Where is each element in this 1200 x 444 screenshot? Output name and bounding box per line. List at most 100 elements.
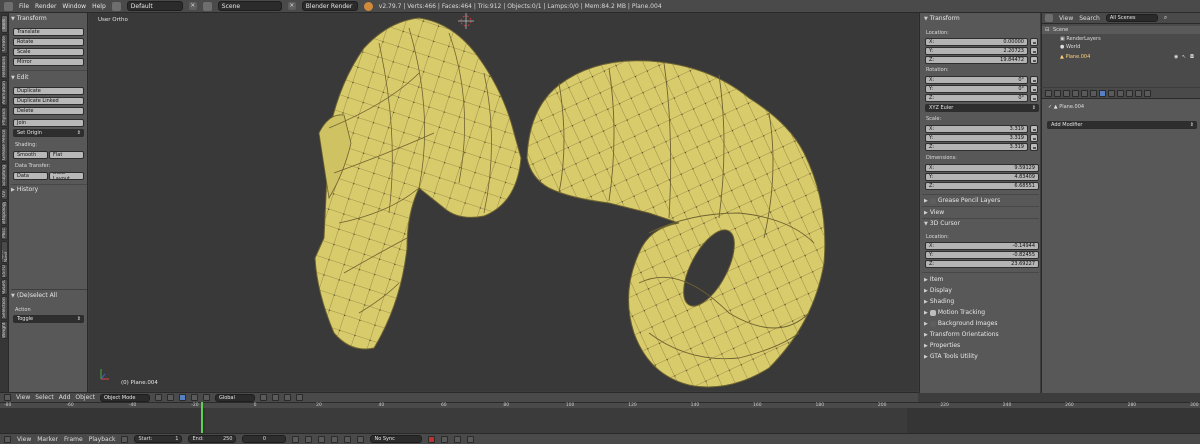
orientation-select[interactable]: Global [214,393,255,402]
dimensions-x-field[interactable]: X: 9.59129 [925,164,1039,172]
menu-render[interactable]: Render [35,3,56,10]
background-images-header[interactable]: ▶ Background Images [924,319,1039,328]
tab-animation[interactable]: Animation [1,80,8,106]
scale-button[interactable]: Scale [13,48,84,56]
lock-icon[interactable] [1030,85,1038,93]
timeline-playback-menu[interactable]: Playback [89,436,116,443]
dimensions-z-field[interactable]: Z: 6.68551 [925,182,1039,190]
translate-button[interactable]: Translate [13,28,84,36]
expand-icon[interactable]: ⊟ [1045,27,1049,33]
start-frame-field[interactable]: Start: 1 [134,435,183,443]
checkbox[interactable] [929,197,936,204]
menu-window[interactable]: Window [62,3,86,10]
scale-z-field[interactable]: Z: 3.319 [925,143,1028,151]
add-modifier-menu[interactable]: Add Modifier ⇕ [1047,121,1197,129]
n-transform-header[interactable]: ▼ Transform [924,14,1039,23]
scene-icon[interactable] [202,1,212,11]
rotation-z-field[interactable]: Z: 0° [925,94,1028,102]
dimensions-y-field[interactable]: Y: 4.83409 [925,173,1039,181]
viewport-shading-icon[interactable] [154,394,162,401]
lock-icon[interactable] [1030,143,1038,151]
tab-misc[interactable]: Misc [1,226,8,240]
timeline-area[interactable] [0,402,1200,433]
3d-cursor-header[interactable]: ▼ 3D Cursor [924,219,1039,228]
tab-physics[interactable]: Physics [1,107,8,127]
3d-viewport[interactable]: User Ortho (0) Plane.004 [89,13,918,391]
rotate-manipulator-icon[interactable] [202,394,210,401]
display-panel-header[interactable]: ▶ Display [924,286,1039,295]
current-frame-marker[interactable] [201,402,203,433]
close-layout-icon[interactable]: × [188,2,197,10]
delete-keyframe-icon[interactable] [467,435,475,443]
object-tab-icon[interactable] [1081,89,1088,97]
layers-icon[interactable] [271,394,279,401]
data-transfer-button[interactable]: Data [13,172,48,180]
material-tab-icon[interactable] [1117,89,1124,97]
next-keyframe-icon[interactable] [344,435,352,443]
constraints-tab-icon[interactable] [1090,89,1097,97]
search-icon[interactable]: ⌕ [1164,14,1167,22]
render-tab-icon[interactable] [1045,89,1052,97]
scene-item[interactable]: Scene [1053,27,1068,33]
scene-tab-icon[interactable] [1063,89,1070,97]
outliner-view-menu[interactable]: View [1059,15,1073,22]
camera-render-icon[interactable]: ◘ [1190,54,1194,60]
tab-selection[interactable]: Selection [1,296,8,320]
render-preview-icon[interactable] [295,394,303,401]
mirror-button[interactable]: Mirror [13,58,84,66]
eye-icon[interactable]: ◉ [1174,54,1178,60]
mode-select[interactable]: Object Mode [99,393,150,402]
lock-icon[interactable] [1030,47,1038,55]
delete-button[interactable]: Delete [13,107,84,115]
layout-select[interactable]: Default [126,1,183,11]
editor-type-icon[interactable] [4,1,13,11]
grease-pencil-header[interactable]: ▶ Grease Pencil Layers [924,196,1039,205]
duplicate-linked-button[interactable]: Duplicate Linked [13,97,84,105]
cursor-x-field[interactable]: X: -0.14944 [925,242,1039,250]
tab-retopology[interactable]: Retopology [1,201,8,225]
plane-row[interactable]: ▲ Plane.004 [1060,54,1090,60]
translate-manipulator-icon[interactable] [190,394,198,401]
menu-file[interactable]: File [19,3,29,10]
set-origin-menu[interactable]: Set Origin ⇕ [13,129,84,137]
lock-icon[interactable] [1030,38,1038,46]
flat-button[interactable]: Flat [49,151,84,159]
scale-x-field[interactable]: X: 3.319 [925,125,1028,133]
render-layers-row[interactable]: ▣ RenderLayers [1060,36,1101,42]
lock-icon[interactable] [1030,94,1038,102]
lock-icon[interactable] [1030,125,1038,133]
current-frame-field[interactable]: 0 [242,435,287,443]
tab-weight[interactable]: Weight [1,321,8,339]
add-menu[interactable]: Add [59,394,71,401]
close-scene-icon[interactable]: × [287,2,296,10]
particles-tab-icon[interactable] [1135,89,1142,97]
preview-range-icon[interactable] [121,435,129,443]
data-tab-icon[interactable] [1108,89,1115,97]
scale-y-field[interactable]: Y: 3.319 [925,134,1028,142]
shading-panel-header[interactable]: ▶ Shading [924,297,1039,306]
lock-icon[interactable] [1030,134,1038,142]
end-frame-field[interactable]: End: 250 [188,435,237,443]
select-menu[interactable]: Select [35,394,54,401]
duplicate-button[interactable]: Duplicate [13,87,84,95]
location-z-field[interactable]: Z: 19.84472 [925,56,1028,64]
scene-select[interactable]: Scene [217,1,282,11]
tab-uv[interactable]: UV [1,188,8,200]
layout-icon[interactable] [111,1,121,11]
transform-panel-header[interactable]: ▼ Transform [11,14,87,23]
3d-cursor-icon[interactable] [458,13,474,29]
jump-start-icon[interactable] [292,435,300,443]
modifiers-tab-icon[interactable] [1099,89,1106,97]
timeline-frame-menu[interactable]: Frame [64,436,83,443]
action-select[interactable]: Toggle ⇕ [13,315,84,323]
object-menu[interactable]: Object [75,394,95,401]
checkbox[interactable] [929,320,936,327]
manipulator-icon[interactable] [178,394,186,401]
lock-icon[interactable] [1030,56,1038,64]
tree-row[interactable]: ⊟ Scene [1042,26,1200,34]
transform-orientations-header[interactable]: ▶ Transform Orientations [924,330,1039,339]
tab-create[interactable]: Create [1,34,8,54]
history-panel-header[interactable]: ▶ History [11,185,87,194]
gta-tools-header[interactable]: ▶ GTA Tools Utility [924,352,1039,361]
tab-tools[interactable]: Tools [1,15,8,33]
